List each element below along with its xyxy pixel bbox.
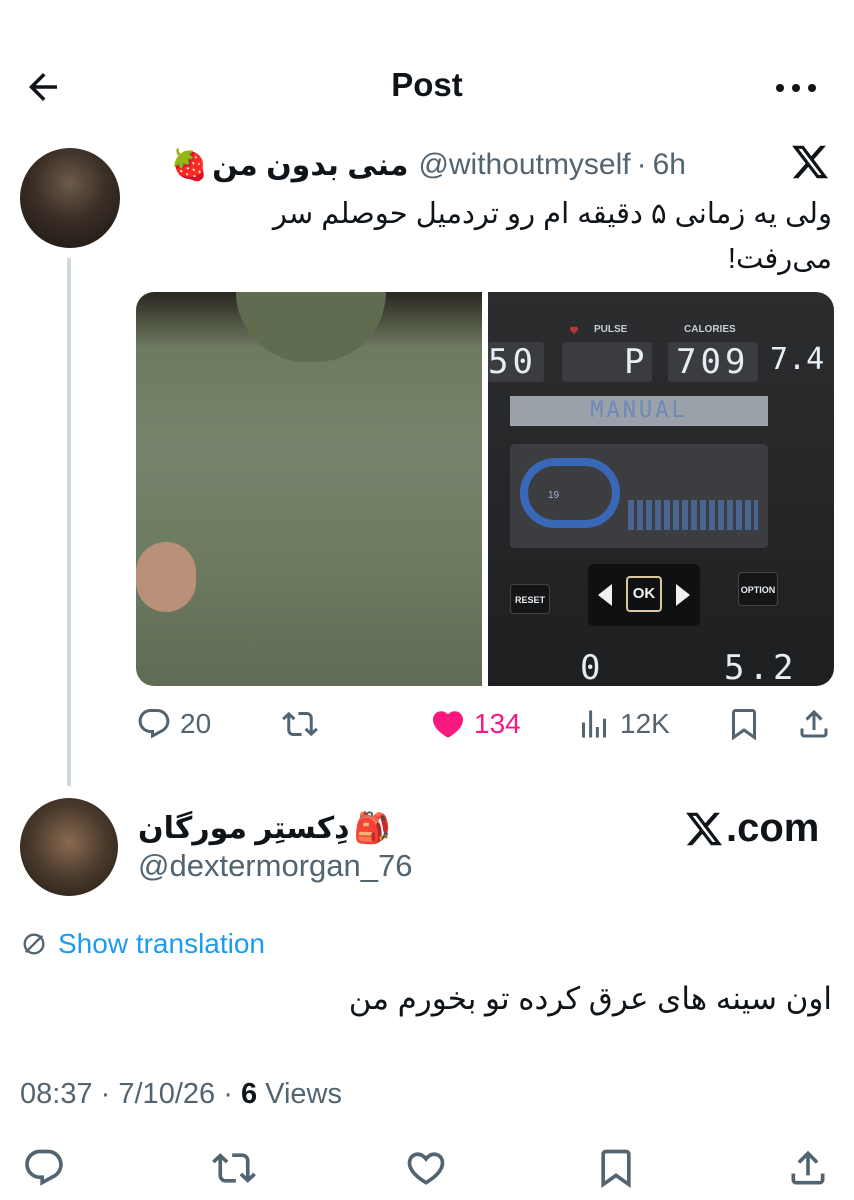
views-button[interactable]: 12K [576, 698, 670, 750]
bookmark-button[interactable] [726, 698, 762, 750]
calories-readout: 709 [676, 342, 750, 382]
author-display-name[interactable]: منی بدون من [212, 148, 408, 183]
option-button: OPTION [738, 572, 778, 606]
track-screen: 19 [510, 444, 768, 548]
translate-icon [23, 933, 45, 955]
author-handle[interactable]: @withoutmyself [418, 148, 630, 182]
strawberry-emoji: 🍓 [170, 148, 209, 182]
tweet-actions: 20 134 12K [136, 698, 834, 750]
separator-dot: · [100, 1078, 111, 1110]
tweet-text: ولی یه زمانی ۵ دقیقه ام رو تردمیل حوصلم … [272, 198, 832, 275]
view-count: 12K [620, 708, 670, 739]
separator-dot: · [636, 148, 647, 181]
calories-label: CALORIES [684, 324, 736, 335]
hand [136, 542, 196, 612]
ok-button: OK [626, 576, 662, 612]
left-arrow-icon [598, 584, 612, 606]
share-icon [800, 709, 828, 738]
p-readout: P [624, 342, 649, 382]
right-arrow-icon [676, 584, 690, 606]
like-button[interactable]: 134 [430, 698, 521, 750]
heart-filled-icon [432, 711, 464, 738]
right-readout: 7.4 [770, 342, 825, 377]
more-options-icon[interactable] [774, 76, 818, 100]
x-logo-icon [790, 142, 830, 182]
thread-connector-line [67, 258, 71, 786]
pulse-label: PULSE [594, 324, 628, 335]
media-photo-treadmill[interactable]: PULSE CALORIES 50 P 709 7.4 MANUAL 19 RE… [488, 292, 834, 686]
reply-date[interactable]: 7/10/26 [118, 1078, 215, 1110]
profile-bars [628, 500, 758, 530]
heart-icon[interactable] [404, 1146, 448, 1190]
backpack-emoji: 🎒 [353, 811, 391, 845]
separator-dot: · [223, 1078, 233, 1110]
show-translation-link[interactable]: Show translation [20, 924, 265, 964]
tweet-media[interactable]: PULSE CALORIES 50 P 709 7.4 MANUAL 19 RE… [136, 292, 834, 686]
reply-handle[interactable]: @dextermorgan_76 [138, 848, 412, 884]
watermark-text: .com [726, 806, 820, 850]
reply-display-name[interactable]: دِکستِر مورگان [138, 811, 350, 846]
repost-button[interactable] [282, 698, 318, 750]
post-header: Post [0, 0, 854, 130]
analytics-icon [582, 710, 606, 738]
shirt-collar [236, 292, 386, 362]
x-logo-icon [686, 812, 723, 845]
reply-time[interactable]: 08:37 [20, 1078, 93, 1110]
avatar[interactable] [20, 798, 118, 896]
reply-text: اون سینه های عرق کرده تو بخورم من [348, 981, 832, 1016]
like-count: 134 [474, 708, 521, 739]
share-button[interactable] [796, 698, 832, 750]
nav-pad: OK [588, 564, 700, 626]
bookmark-icon [732, 709, 756, 741]
views-count[interactable]: 6 [241, 1078, 257, 1110]
avatar[interactable] [20, 148, 120, 248]
reply-button[interactable]: 20 [136, 698, 211, 750]
bottom-left-readout: 0 [580, 648, 605, 686]
bookmark-icon[interactable] [594, 1146, 638, 1190]
share-icon[interactable] [786, 1146, 830, 1190]
reply-count: 20 [180, 708, 212, 739]
mode-display: MANUAL [510, 396, 768, 426]
reply-author-row: دِکستِر مورگان 🎒 [138, 806, 395, 850]
xcom-watermark: .com [684, 806, 819, 851]
repost-icon [282, 711, 318, 737]
tweet-author-row: 🍓 منی بدون من @withoutmyself · 6h [167, 142, 686, 188]
bottom-right-readout: 5.2 [724, 648, 798, 686]
show-translation-label: Show translation [58, 928, 266, 959]
reply-icon [138, 709, 170, 739]
reset-button: RESET [510, 584, 550, 614]
media-photo-shirt[interactable] [136, 292, 482, 686]
reply-icon[interactable] [22, 1146, 66, 1190]
repost-icon[interactable] [212, 1146, 256, 1190]
heart-icon [568, 324, 580, 339]
page-title: Post [391, 66, 463, 103]
views-label: Views [265, 1078, 342, 1110]
track-icon [520, 458, 620, 528]
tweet-time[interactable]: 6h [653, 148, 686, 182]
reply-action-bar [0, 1138, 854, 1200]
reply-meta: 08:37 · 7/10/26 · 6 Views [20, 1078, 342, 1111]
left-readout: 50 [488, 342, 537, 382]
track-label: 19 [548, 490, 560, 501]
